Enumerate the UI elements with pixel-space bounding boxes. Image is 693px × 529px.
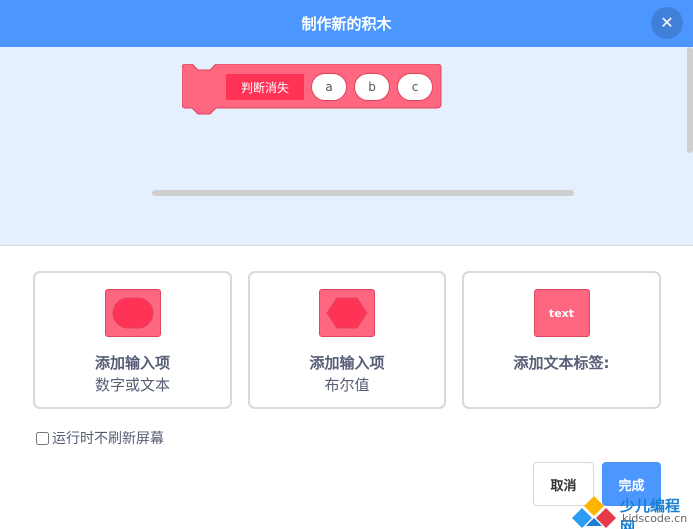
option-subtitle: 布尔值 [324, 376, 370, 394]
watermark-url: kidscode.cn [622, 512, 688, 525]
block-arg-b[interactable]: b [354, 73, 390, 101]
option-subtitle: 数字或文本 [94, 376, 170, 394]
dialog-header: 制作新的积木 ✕ [0, 0, 693, 47]
no-refresh-label: 运行时不刷新屏幕 [52, 431, 164, 447]
vertical-scrollbar[interactable] [687, 47, 693, 153]
no-refresh-checkbox[interactable] [36, 431, 49, 445]
text-label-icon: text [533, 289, 590, 337]
block-name-field[interactable]: 判断消失 [226, 74, 304, 100]
add-text-label-option[interactable]: text 添加文本标签: [462, 271, 661, 409]
watermark: 少儿编程网 kidscode.cn [572, 492, 693, 529]
round-input-icon [104, 289, 161, 337]
text-label-icon-text: text [548, 306, 575, 320]
watermark-logo-icon [572, 496, 616, 528]
boolean-input-icon [319, 289, 375, 337]
close-button[interactable]: ✕ [651, 7, 683, 39]
option-title: 添加文本标签: [513, 354, 610, 372]
no-refresh-checkbox-row[interactable]: 运行时不刷新屏幕 [36, 428, 164, 448]
option-title: 添加输入项 [94, 354, 170, 372]
add-input-number-text-option[interactable]: 添加输入项 数字或文本 [33, 271, 232, 409]
block-arg-c[interactable]: c [397, 73, 433, 101]
block-arg-a[interactable]: a [311, 73, 347, 101]
close-icon: ✕ [660, 13, 674, 32]
dialog-title: 制作新的积木 [301, 15, 392, 33]
horizontal-scrollbar[interactable] [152, 190, 574, 196]
option-title: 添加输入项 [309, 354, 385, 372]
add-input-boolean-option[interactable]: 添加输入项 布尔值 [248, 271, 446, 409]
